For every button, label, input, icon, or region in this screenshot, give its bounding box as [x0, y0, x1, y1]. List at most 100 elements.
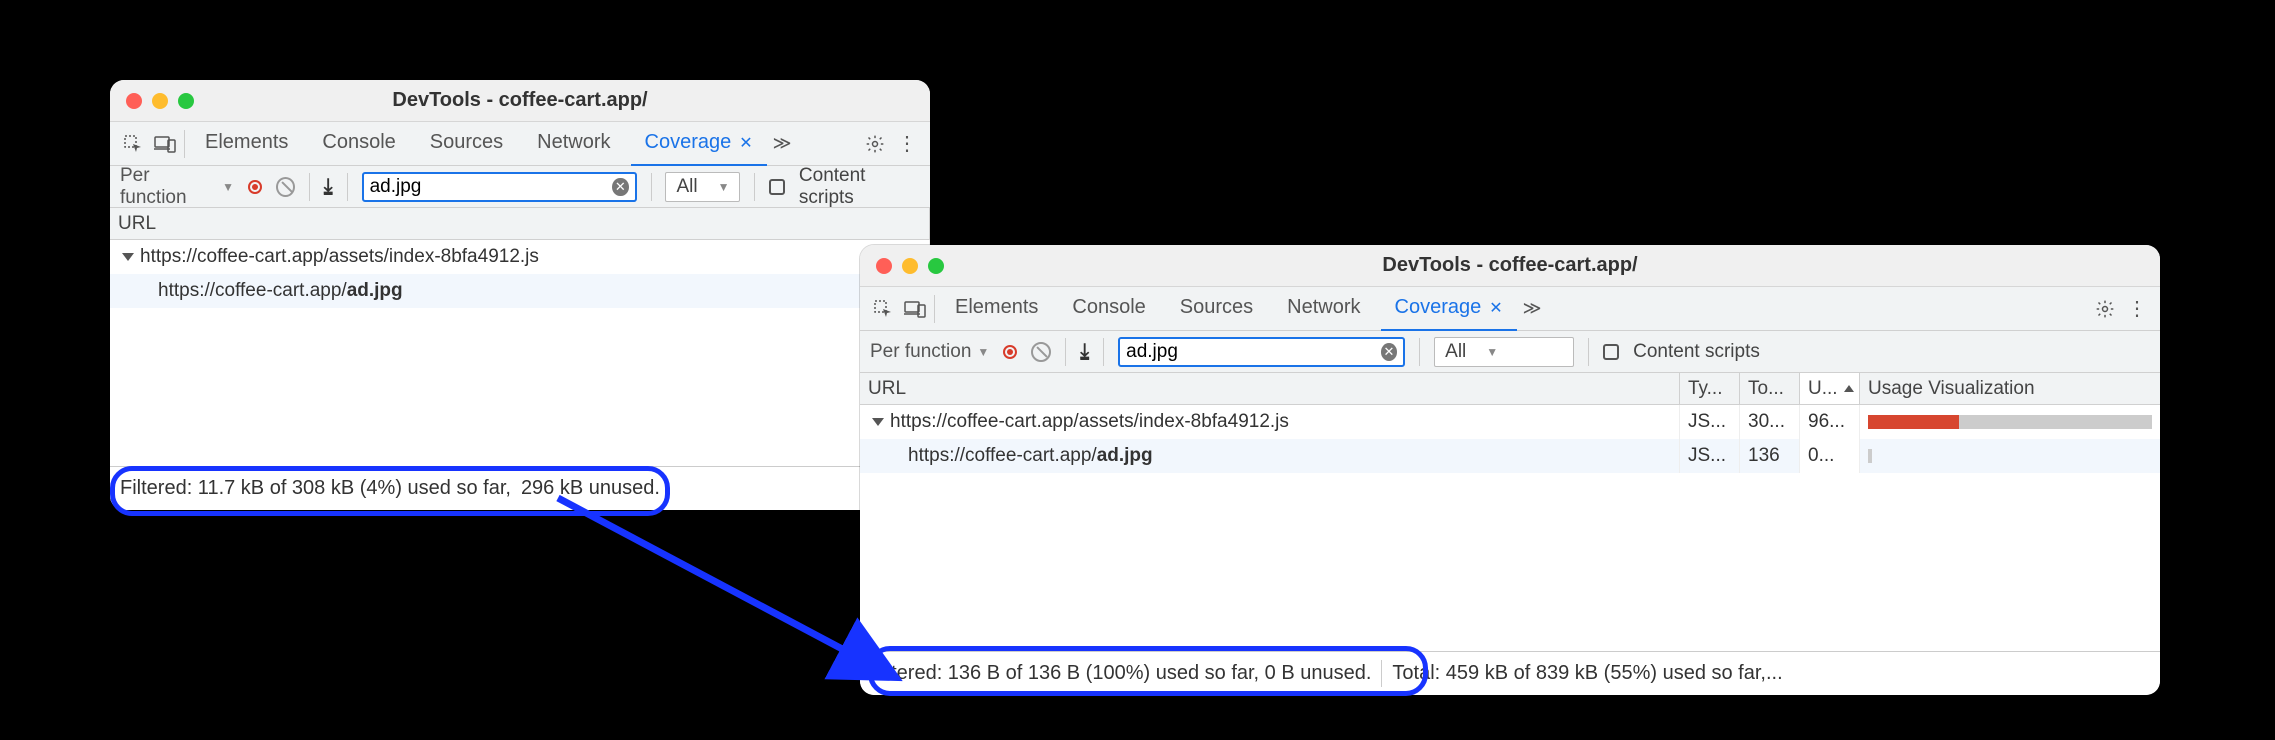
devtools-window-right: DevTools - coffee-cart.app/ Elements Con… [860, 245, 2160, 695]
tab-coverage-label: Coverage [645, 131, 732, 154]
separator [934, 295, 935, 323]
inspect-icon[interactable] [870, 296, 896, 322]
table-body: https://coffee-cart.app/assets/index-8bf… [860, 405, 2160, 473]
cell-type: JS... [1680, 405, 1740, 439]
device-toggle-icon[interactable] [902, 296, 928, 322]
tab-console[interactable]: Console [1058, 287, 1159, 331]
granularity-label: Per function [120, 165, 216, 209]
separator [184, 130, 185, 158]
url-filter-input[interactable]: ✕ [362, 172, 637, 202]
url-match: ad.jpg [1097, 445, 1153, 467]
maximize-icon[interactable] [178, 93, 194, 109]
type-filter-label: All [676, 176, 697, 198]
granularity-label: Per function [870, 341, 971, 363]
maximize-icon[interactable] [928, 258, 944, 274]
tab-console[interactable]: Console [308, 122, 409, 166]
sort-ascending-icon [1844, 385, 1854, 392]
cell-unused: 0... [1800, 439, 1860, 473]
status-bar: Filtered: 11.7 kB of 308 kB (4%) used so… [110, 466, 930, 510]
type-filter-select[interactable]: All ▼ [1434, 337, 1574, 367]
url-filter-field[interactable] [370, 176, 605, 198]
status-filtered: Filtered: 136 B of 136 B (100%) used so … [860, 660, 1381, 687]
url-filter-field[interactable] [1126, 341, 1373, 363]
col-viz[interactable]: Usage Visualization [1860, 373, 2160, 404]
tab-elements[interactable]: Elements [941, 287, 1052, 331]
table-row[interactable]: https://coffee-cart.app/assets/index-8bf… [110, 240, 930, 274]
url-match: ad.jpg [347, 280, 403, 302]
url-filter-input[interactable]: ✕ [1118, 337, 1405, 367]
titlebar[interactable]: DevTools - coffee-cart.app/ [110, 80, 930, 122]
table-header: URL Ty... To... U... Usage Visualization [860, 373, 2160, 405]
gear-icon[interactable] [862, 131, 888, 157]
device-toggle-icon[interactable] [152, 131, 178, 157]
minimize-icon[interactable] [902, 258, 918, 274]
separator [651, 173, 652, 201]
tabbar: Elements Console Sources Network Coverag… [110, 122, 930, 166]
close-tab-icon[interactable]: ✕ [739, 133, 752, 153]
content-scripts-checkbox[interactable] [1603, 344, 1619, 360]
separator [1419, 338, 1420, 366]
traffic-lights [860, 258, 944, 274]
separator [1588, 338, 1589, 366]
cell-total: 30... [1740, 405, 1800, 439]
chevron-down-icon: ▼ [1486, 345, 1498, 359]
tab-sources[interactable]: Sources [1166, 287, 1267, 331]
granularity-select[interactable]: Per function ▼ [870, 341, 989, 363]
col-total[interactable]: To... [1740, 373, 1800, 404]
content-scripts-label: Content scripts [799, 165, 920, 209]
status-total: Total: 459 kB of 839 kB (55%) used so fa… [1381, 660, 2160, 687]
tab-network[interactable]: Network [1273, 287, 1374, 331]
table-row[interactable]: https://coffee-cart.app/assets/index-8bf… [860, 405, 2160, 439]
col-url[interactable]: URL [110, 208, 930, 239]
table-header: URL [110, 208, 930, 240]
content-scripts-checkbox[interactable] [769, 179, 784, 195]
kebab-icon[interactable]: ⋮ [894, 131, 920, 157]
type-filter-select[interactable]: All ▼ [665, 172, 740, 202]
gear-icon[interactable] [2092, 296, 2118, 322]
close-icon[interactable] [876, 258, 892, 274]
chevron-down-icon: ▼ [222, 180, 234, 194]
disclosure-icon[interactable] [122, 253, 134, 261]
tab-coverage[interactable]: Coverage ✕ [631, 122, 767, 166]
kebab-icon[interactable]: ⋮ [2124, 296, 2150, 322]
clear-filter-icon[interactable]: ✕ [612, 178, 628, 196]
coverage-toolbar: Per function ▼ ⤓ ✕ All ▼ Content scripts [860, 331, 2160, 373]
close-tab-icon[interactable]: ✕ [1489, 298, 1502, 318]
tab-coverage[interactable]: Coverage ✕ [1381, 287, 1517, 331]
content-scripts-label: Content scripts [1633, 341, 1760, 363]
granularity-select[interactable]: Per function ▼ [120, 165, 234, 209]
record-button[interactable] [1003, 345, 1017, 359]
disclosure-icon[interactable] [872, 418, 884, 426]
titlebar[interactable]: DevTools - coffee-cart.app/ [860, 245, 2160, 287]
tab-elements[interactable]: Elements [191, 122, 302, 166]
tab-sources[interactable]: Sources [416, 122, 517, 166]
table-row[interactable]: https://coffee-cart.app/ad.jpg [110, 274, 930, 308]
export-button[interactable]: ⤓ [1080, 340, 1089, 363]
more-tabs-icon[interactable]: ≫ [773, 133, 792, 154]
table-row[interactable]: https://coffee-cart.app/ad.jpg JS... 136… [860, 439, 2160, 473]
separator [1103, 338, 1104, 366]
more-tabs-icon[interactable]: ≫ [1523, 298, 1542, 319]
minimize-icon[interactable] [152, 93, 168, 109]
chevron-down-icon: ▼ [977, 345, 989, 359]
cell-total: 136 [1740, 439, 1800, 473]
clear-filter-icon[interactable]: ✕ [1381, 343, 1397, 361]
type-filter-label: All [1445, 341, 1466, 363]
col-type[interactable]: Ty... [1680, 373, 1740, 404]
tab-network[interactable]: Network [523, 122, 624, 166]
col-url[interactable]: URL [860, 373, 1680, 404]
window-title: DevTools - coffee-cart.app/ [110, 89, 930, 112]
clear-button[interactable] [276, 177, 295, 197]
clear-button[interactable] [1031, 342, 1051, 362]
coverage-toolbar: Per function ▼ ⤓ ✕ All ▼ Content scripts [110, 166, 930, 208]
export-button[interactable]: ⤓ [324, 175, 333, 198]
cell-viz [1860, 439, 2160, 473]
devtools-window-left: DevTools - coffee-cart.app/ Elements Con… [110, 80, 930, 510]
status-bar: Filtered: 136 B of 136 B (100%) used so … [860, 651, 2160, 695]
close-icon[interactable] [126, 93, 142, 109]
record-button[interactable] [248, 180, 262, 194]
tabbar: Elements Console Sources Network Coverag… [860, 287, 2160, 331]
inspect-icon[interactable] [120, 131, 146, 157]
separator [1065, 338, 1066, 366]
col-unused[interactable]: U... [1800, 373, 1860, 404]
